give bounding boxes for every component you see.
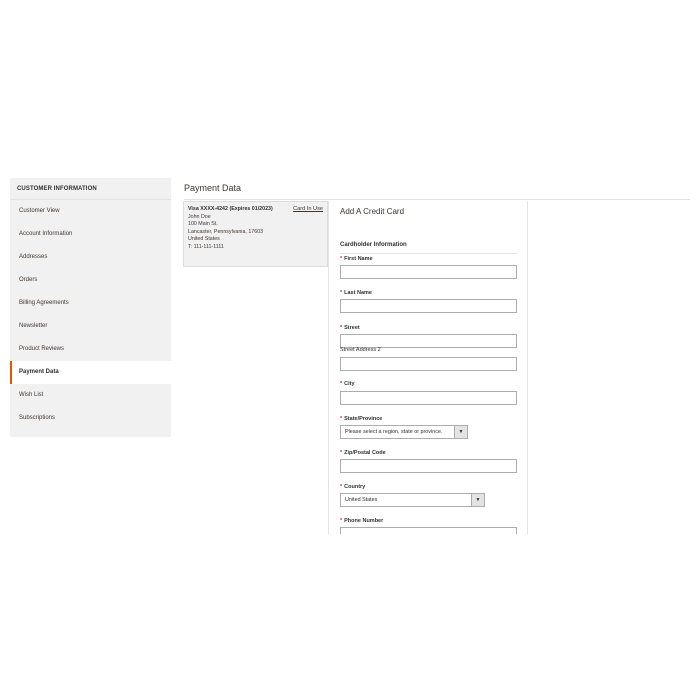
sidebar-item-newsletter[interactable]: Newsletter	[10, 315, 171, 338]
sidebar-item-product-reviews[interactable]: Product Reviews	[10, 338, 171, 361]
stored-card: Visa XXXX-4242 (Expires 01/2023) Card In…	[183, 201, 328, 267]
street2-input[interactable]	[340, 357, 517, 371]
section-divider	[340, 253, 517, 254]
country-select-value: United States	[345, 497, 378, 503]
sidebar-item-payment-data[interactable]: Payment Data	[10, 361, 171, 384]
city-label: * City	[340, 381, 355, 387]
stored-card-expiry: (Expires 01/2023)	[229, 206, 273, 212]
required-marker: *	[340, 484, 343, 490]
state-label: * State/Province	[340, 416, 383, 422]
phone-input[interactable]	[340, 527, 517, 534]
stored-card-country: United States	[188, 236, 220, 242]
zip-input[interactable]	[340, 459, 517, 473]
last-name-input[interactable]	[340, 299, 517, 313]
title-divider	[184, 199, 690, 200]
cardholder-section-title: Cardholder Information	[340, 242, 407, 248]
zip-label: * Zip/Postal Code	[340, 450, 386, 456]
stored-card-phone: T: 111-111-1111	[188, 243, 224, 250]
sidebar-item-wish-list[interactable]: Wish List	[10, 384, 171, 407]
state-select-value: Please select a region, state or provinc…	[345, 429, 443, 435]
street2-label: Street Address 2	[340, 347, 381, 353]
add-credit-card-form: Add A Credit Card Cardholder Information…	[328, 201, 528, 534]
required-marker: *	[340, 325, 343, 331]
chevron-down-icon: ▼	[471, 494, 484, 506]
required-marker: *	[340, 381, 343, 387]
sidebar-item-addresses[interactable]: Addresses	[10, 246, 171, 269]
required-marker: *	[340, 256, 343, 262]
required-marker: *	[340, 416, 343, 422]
street-label: * Street	[340, 325, 360, 331]
country-label: * Country	[340, 484, 366, 490]
sidebar-item-orders[interactable]: Orders	[10, 269, 171, 292]
sidebar-item-subscriptions[interactable]: Subscriptions	[10, 407, 171, 430]
stored-card-name: John Doe	[188, 213, 211, 220]
sidebar-menu: Customer View Account Information Addres…	[10, 200, 171, 430]
street-input[interactable]	[340, 334, 517, 348]
first-name-label: * First Name	[340, 256, 373, 262]
stored-card-title: Visa XXXX-4242	[188, 206, 228, 212]
phone-label: * Phone Number	[340, 518, 384, 524]
stored-card-city: Lancaster, Pennsylvania, 17603	[188, 228, 264, 235]
form-title: Add A Credit Card	[340, 207, 405, 216]
stored-card-header: Visa XXXX-4242 (Expires 01/2023) Card In…	[188, 206, 323, 214]
required-marker: *	[340, 450, 343, 456]
card-in-use-link[interactable]: Card In Use	[293, 206, 323, 214]
stored-card-street: 100 Main St.	[188, 221, 218, 227]
sidebar-item-account-information[interactable]: Account Information	[10, 223, 171, 246]
sidebar-item-customer-view[interactable]: Customer View	[10, 200, 171, 223]
state-select[interactable]: Please select a region, state or provinc…	[340, 425, 468, 439]
first-name-input[interactable]	[340, 265, 517, 279]
sidebar-title: CUSTOMER INFORMATION	[10, 178, 171, 200]
stored-card-title-group: Visa XXXX-4242 (Expires 01/2023)	[188, 206, 273, 214]
required-marker: *	[340, 518, 343, 524]
city-input[interactable]	[340, 391, 517, 405]
customer-info-sidebar: CUSTOMER INFORMATION Customer View Accou…	[10, 178, 171, 437]
sidebar-item-billing-agreements[interactable]: Billing Agreements	[10, 292, 171, 315]
page-title: Payment Data	[184, 183, 242, 193]
chevron-down-icon: ▼	[454, 426, 467, 438]
last-name-label: * Last Name	[340, 290, 372, 296]
required-marker: *	[340, 290, 343, 296]
country-select[interactable]: United States ▼	[340, 493, 485, 507]
